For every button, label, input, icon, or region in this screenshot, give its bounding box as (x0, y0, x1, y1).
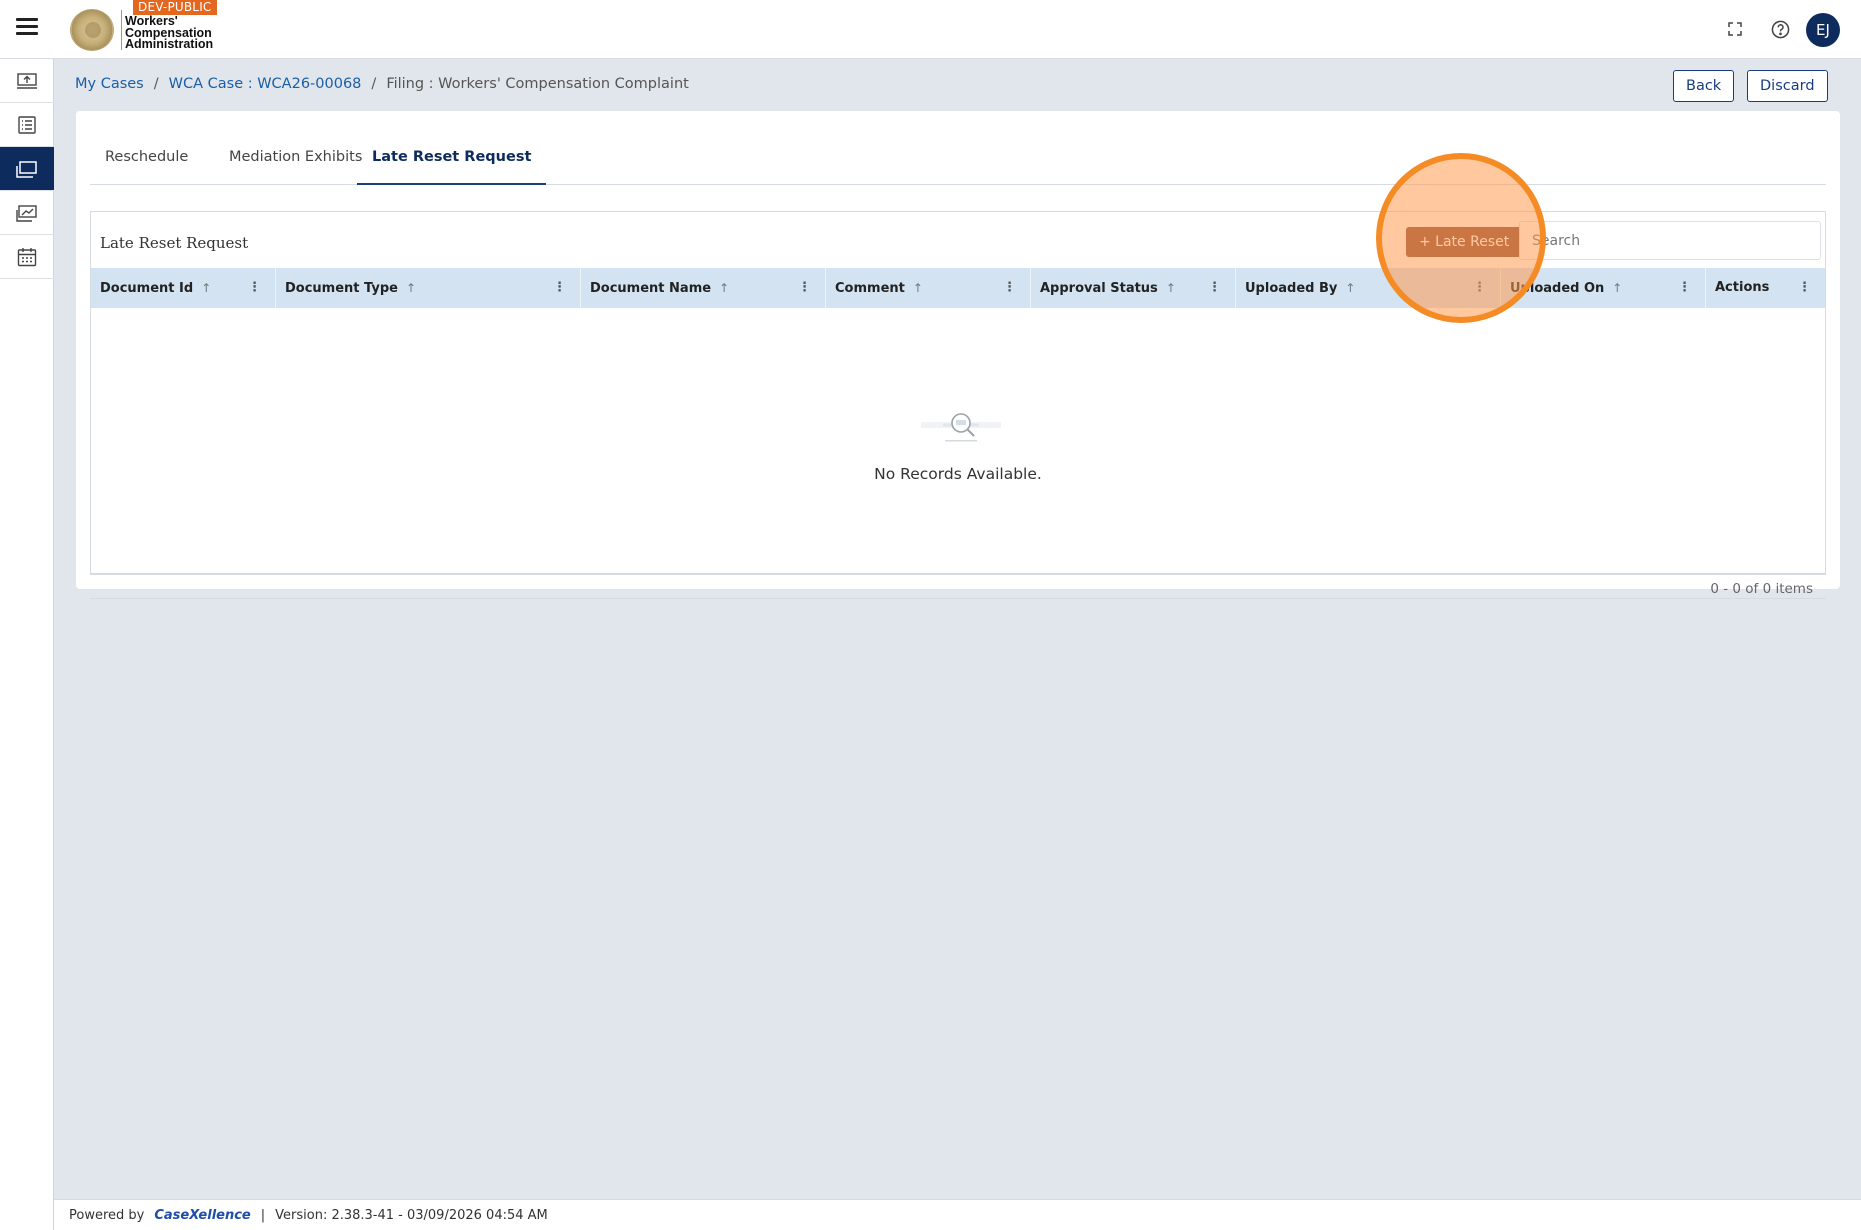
sort-arrow-icon[interactable]: ↑ (913, 281, 923, 295)
sort-arrow-icon[interactable]: ↑ (406, 281, 416, 295)
column-label: Document Id (100, 281, 194, 296)
column-header[interactable]: Uploaded By ↑ ⋮ (1236, 268, 1501, 308)
help-icon[interactable] (1769, 18, 1791, 40)
column-label: Document Name (590, 281, 712, 296)
tab-reschedule[interactable]: Reschedule (90, 137, 203, 185)
column-menu-icon[interactable]: ⋮ (1798, 268, 1811, 308)
grid-pager: 0 - 0 of 0 items (90, 574, 1826, 599)
column-header[interactable]: Document Id ↑ ⋮ (91, 268, 276, 308)
late-reset-grid: Late Reset Request + Late Reset Document… (90, 211, 1826, 574)
nav-calendar-icon[interactable] (0, 235, 54, 279)
column-header[interactable]: Uploaded On ↑ ⋮ (1501, 268, 1706, 308)
sort-arrow-icon[interactable]: ↑ (1612, 281, 1622, 295)
breadcrumb-current: Filing : Workers' Compensation Complaint (386, 76, 689, 92)
column-menu-icon[interactable]: ⋮ (1473, 268, 1486, 308)
breadcrumb-my-cases[interactable]: My Cases (75, 76, 144, 92)
column-menu-icon[interactable]: ⋮ (1208, 268, 1221, 308)
column-label: Comment (835, 281, 905, 296)
column-menu-icon[interactable]: ⋮ (248, 268, 261, 308)
column-label: Document Type (285, 281, 398, 296)
hamburger-menu-icon[interactable] (16, 18, 38, 40)
tab-late-reset-request[interactable]: Late Reset Request (357, 137, 547, 185)
nav-briefcase-icon[interactable] (0, 147, 54, 191)
column-header[interactable]: Actions ⋮ (1706, 268, 1825, 308)
footer-version: Version: 2.38.3-41 - 03/09/2026 04:54 AM (275, 1207, 548, 1223)
sort-arrow-icon[interactable]: ↑ (201, 281, 211, 295)
footer: Powered by CaseXellence | Version: 2.38.… (54, 1199, 1861, 1230)
grid-title: Late Reset Request (100, 234, 249, 252)
column-menu-icon[interactable]: ⋮ (553, 268, 566, 308)
column-menu-icon[interactable]: ⋮ (1003, 268, 1016, 308)
tab-mediation-exhibits[interactable]: Mediation Exhibits (214, 137, 377, 185)
logo-divider (121, 10, 122, 50)
add-late-reset-button[interactable]: + Late Reset (1406, 227, 1523, 257)
back-button[interactable]: Back (1673, 70, 1735, 102)
casexellence-logo: CaseXellence (154, 1207, 251, 1223)
sort-arrow-icon[interactable]: ↑ (1345, 281, 1355, 295)
breadcrumb-separator: / (153, 76, 159, 92)
breadcrumb-case[interactable]: WCA Case : WCA26-00068 (169, 76, 362, 92)
environment-badge: DEV-PUBLIC (133, 0, 217, 15)
nav-dashboard-icon[interactable] (0, 191, 54, 235)
column-header[interactable]: Document Name ↑ ⋮ (581, 268, 826, 308)
search-input[interactable] (1519, 221, 1821, 260)
column-header[interactable]: Approval Status ↑ ⋮ (1031, 268, 1236, 308)
column-label: Uploaded On (1510, 281, 1605, 296)
sort-arrow-icon[interactable]: ↑ (719, 281, 729, 295)
table-header: Document Id ↑ ⋮ Document Type ↑ ⋮ Document N… (91, 268, 1825, 308)
footer-separator: | (260, 1207, 266, 1223)
column-label: Approval Status (1040, 281, 1158, 296)
user-avatar[interactable]: EJ (1806, 13, 1840, 47)
no-records-search-icon (921, 413, 1001, 442)
column-label: Uploaded By (1245, 281, 1338, 296)
app-logo-text: Workers' Compensation Administration (125, 15, 214, 51)
column-label: Actions (1715, 280, 1770, 295)
breadcrumb-separator: / (371, 76, 377, 92)
main-card: Reschedule Mediation Exhibits Late Reset… (76, 111, 1840, 599)
column-menu-icon[interactable]: ⋮ (1678, 268, 1691, 308)
pager-info: 0 - 0 of 0 items (1710, 581, 1813, 597)
side-navigation (0, 59, 54, 1230)
state-seal-logo (70, 9, 114, 51)
breadcrumb: My Cases / WCA Case : WCA26-00068 / Fili… (75, 76, 689, 92)
discard-button[interactable]: Discard (1747, 70, 1828, 102)
column-header[interactable]: Comment ↑ ⋮ (826, 268, 1031, 308)
footer-powered-by: Powered by (69, 1207, 145, 1223)
nav-list-icon[interactable] (0, 103, 54, 147)
fullscreen-icon[interactable] (1724, 18, 1746, 40)
empty-state-message: No Records Available. (874, 465, 1042, 483)
column-header[interactable]: Document Type ↑ ⋮ (276, 268, 581, 308)
nav-upload-icon[interactable] (0, 59, 54, 103)
column-menu-icon[interactable]: ⋮ (798, 268, 811, 308)
logo-text-line3: Administration (125, 37, 214, 51)
sort-arrow-icon[interactable]: ↑ (1166, 281, 1176, 295)
tab-bar: Reschedule Mediation Exhibits Late Reset… (90, 137, 1826, 185)
top-header: DEV-PUBLIC Workers' Compensation Adminis… (0, 0, 1861, 59)
